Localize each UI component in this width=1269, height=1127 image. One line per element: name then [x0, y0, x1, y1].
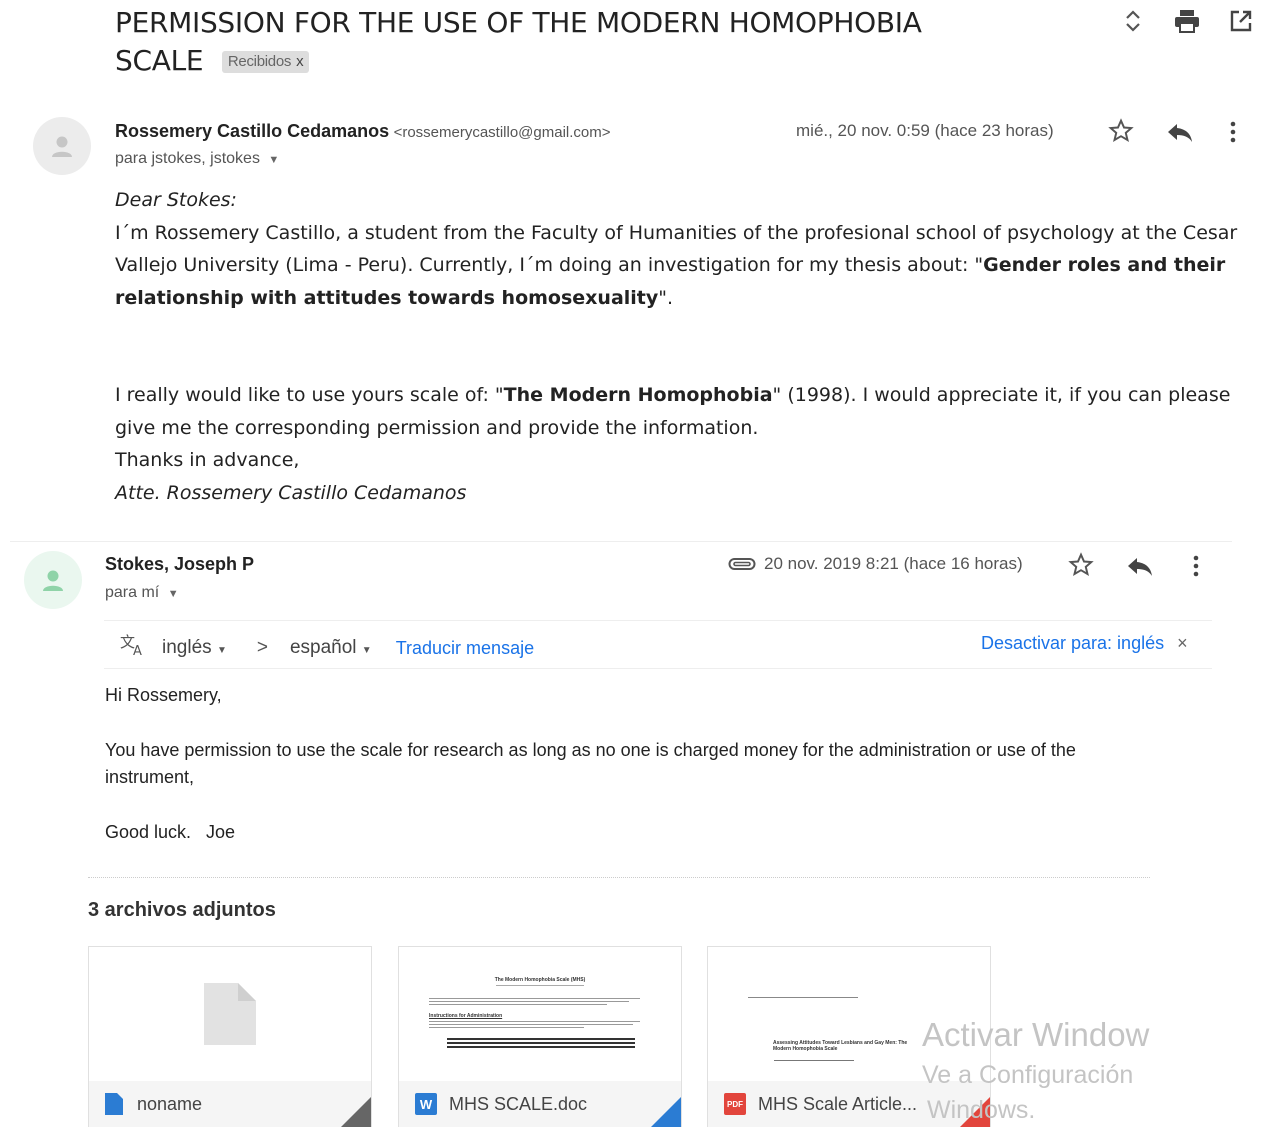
message1-body: Dear Stokes: I´m Rossemery Castillo, a s… — [115, 184, 1260, 509]
generic-file-icon — [204, 983, 256, 1050]
preview-title-3: Assessing Attitudes Toward Lesbians and … — [773, 1040, 908, 1052]
open-new-window-icon[interactable] — [1228, 9, 1254, 39]
svg-text:A: A — [133, 644, 142, 657]
attachment-card-noname[interactable]: noname — [88, 946, 372, 1127]
sender-avatar-2 — [24, 551, 82, 609]
attachment-name: MHS Scale Article... — [758, 1093, 918, 1114]
recipients-line[interactable]: para jstokes, jstokes ▼ — [115, 150, 279, 168]
pdf-preview: Assessing Attitudes Toward Lesbians and … — [748, 995, 948, 1063]
label-remove-icon[interactable]: x — [296, 53, 304, 70]
greeting: Dear Stokes: — [115, 189, 237, 211]
watermark-line-3: Windows. — [927, 1096, 1036, 1124]
translate-arrow: > — [256, 637, 268, 658]
attachment-clip-icon — [728, 556, 756, 577]
star-icon[interactable] — [1108, 118, 1134, 150]
sender-name[interactable]: Rossemery Castillo Cedamanos — [115, 121, 389, 141]
sender-name-2[interactable]: Stokes, Joseph P — [105, 554, 254, 575]
source-language: inglés — [162, 637, 212, 658]
pdf-icon: PDF — [724, 1093, 746, 1115]
attachment-card-mhs-scale-doc[interactable]: The Modern Homophobia Scale (MHS) Instru… — [398, 946, 682, 1127]
label-chip-recibidos[interactable]: Recibidos x — [221, 51, 310, 73]
doc-preview: The Modern Homophobia Scale (MHS) Instru… — [429, 977, 651, 1050]
translate-bar-top-border — [104, 620, 1212, 621]
paragraph-1: I´m Rossemery Castillo, a student from t… — [115, 217, 1260, 315]
message2-date: 20 nov. 2019 8:21 (hace 16 horas) — [764, 554, 1023, 573]
reply-icon[interactable] — [1126, 554, 1154, 584]
word-icon: W — [415, 1093, 437, 1115]
attachments-title: 3 archivos adjuntos — [88, 899, 276, 921]
recipients-text: para jstokes, jstokes — [115, 150, 260, 167]
watermark-line-2: Ve a Configuración — [922, 1061, 1134, 1089]
print-icon[interactable] — [1174, 9, 1200, 39]
attachment-footer: W MHS SCALE.doc — [399, 1081, 681, 1127]
message-divider — [10, 541, 1232, 542]
p1-end: ". — [658, 286, 674, 309]
translate-bar-bottom-border — [104, 668, 1212, 669]
signature: Atte. Rossemery Castillo Cedamanos — [115, 481, 467, 504]
chevron-down-icon: ▼ — [361, 645, 372, 656]
message2-body: Hi Rossemery, You have permission to use… — [105, 682, 1165, 846]
preview-heading: Instructions for Administration — [429, 1013, 503, 1019]
subject-line-2: SCALE — [115, 44, 204, 77]
expand-collapse-icon[interactable] — [1120, 8, 1146, 40]
translate-icon: 文A — [120, 633, 148, 663]
disable-translation: Desactivar para: inglés × — [981, 633, 1188, 654]
permission-text: You have permission to use the scale for… — [105, 740, 1076, 787]
more-options-icon[interactable] — [1192, 554, 1200, 584]
label-chip-text: Recibidos — [227, 53, 292, 70]
sender-avatar — [33, 117, 91, 175]
more-options-icon[interactable] — [1229, 120, 1237, 150]
p2-text: I really would like to use yours scale o… — [115, 384, 504, 406]
reply-icon[interactable] — [1166, 120, 1194, 150]
preview-title: The Modern Homophobia Scale (MHS) — [494, 977, 586, 983]
sender-email: <rossemerycastillo@gmail.com> — [393, 124, 611, 141]
source-language-select[interactable]: inglés ▼ — [162, 637, 227, 659]
greeting-2: Hi Rossemery, — [105, 685, 222, 705]
attachment-name: MHS SCALE.doc — [449, 1093, 588, 1114]
translate-message-link[interactable]: Traducir mensaje — [396, 638, 534, 659]
attachment-name: noname — [137, 1093, 203, 1114]
attachment-footer: noname — [89, 1081, 371, 1127]
disable-translation-link[interactable]: Desactivar para: inglés — [981, 633, 1164, 653]
recipients-line-2[interactable]: para mí ▼ — [105, 584, 179, 602]
scale-name: The Modern Homophobia — [503, 384, 773, 406]
close-icon[interactable]: × — [1177, 633, 1188, 653]
chevron-down-icon[interactable]: ▼ — [168, 588, 179, 600]
watermark-line-1: Activar Window — [922, 1016, 1150, 1053]
chevron-down-icon: ▼ — [216, 645, 227, 656]
message1-date: mié., 20 nov. 0:59 (hace 23 horas) — [796, 121, 1054, 140]
thanks-line: Thanks in advance, — [115, 449, 300, 471]
attachments-divider — [88, 877, 1150, 878]
message1-sender: Rossemery Castillo Cedamanos <rossemeryc… — [115, 121, 611, 142]
star-icon[interactable] — [1068, 552, 1094, 584]
chevron-down-icon[interactable]: ▼ — [268, 154, 279, 166]
translate-bar: 文A inglés ▼ > español ▼ Traducir mensaje — [120, 633, 534, 663]
doc-blue-icon — [105, 1093, 123, 1115]
fold-corner — [341, 1097, 371, 1127]
target-language-select[interactable]: español ▼ — [290, 637, 372, 659]
target-language: español — [289, 637, 357, 658]
recipients-text-2: para mí — [105, 584, 160, 601]
closing-text: Good luck. Joe — [105, 822, 236, 842]
email-subject: PERMISSION FOR THE USE OF THE MODERN HOM… — [115, 4, 1075, 80]
subject-line-1: PERMISSION FOR THE USE OF THE MODERN HOM… — [115, 6, 922, 39]
paragraph-2: I really would like to use yours scale o… — [115, 379, 1260, 444]
fold-corner — [651, 1097, 681, 1127]
